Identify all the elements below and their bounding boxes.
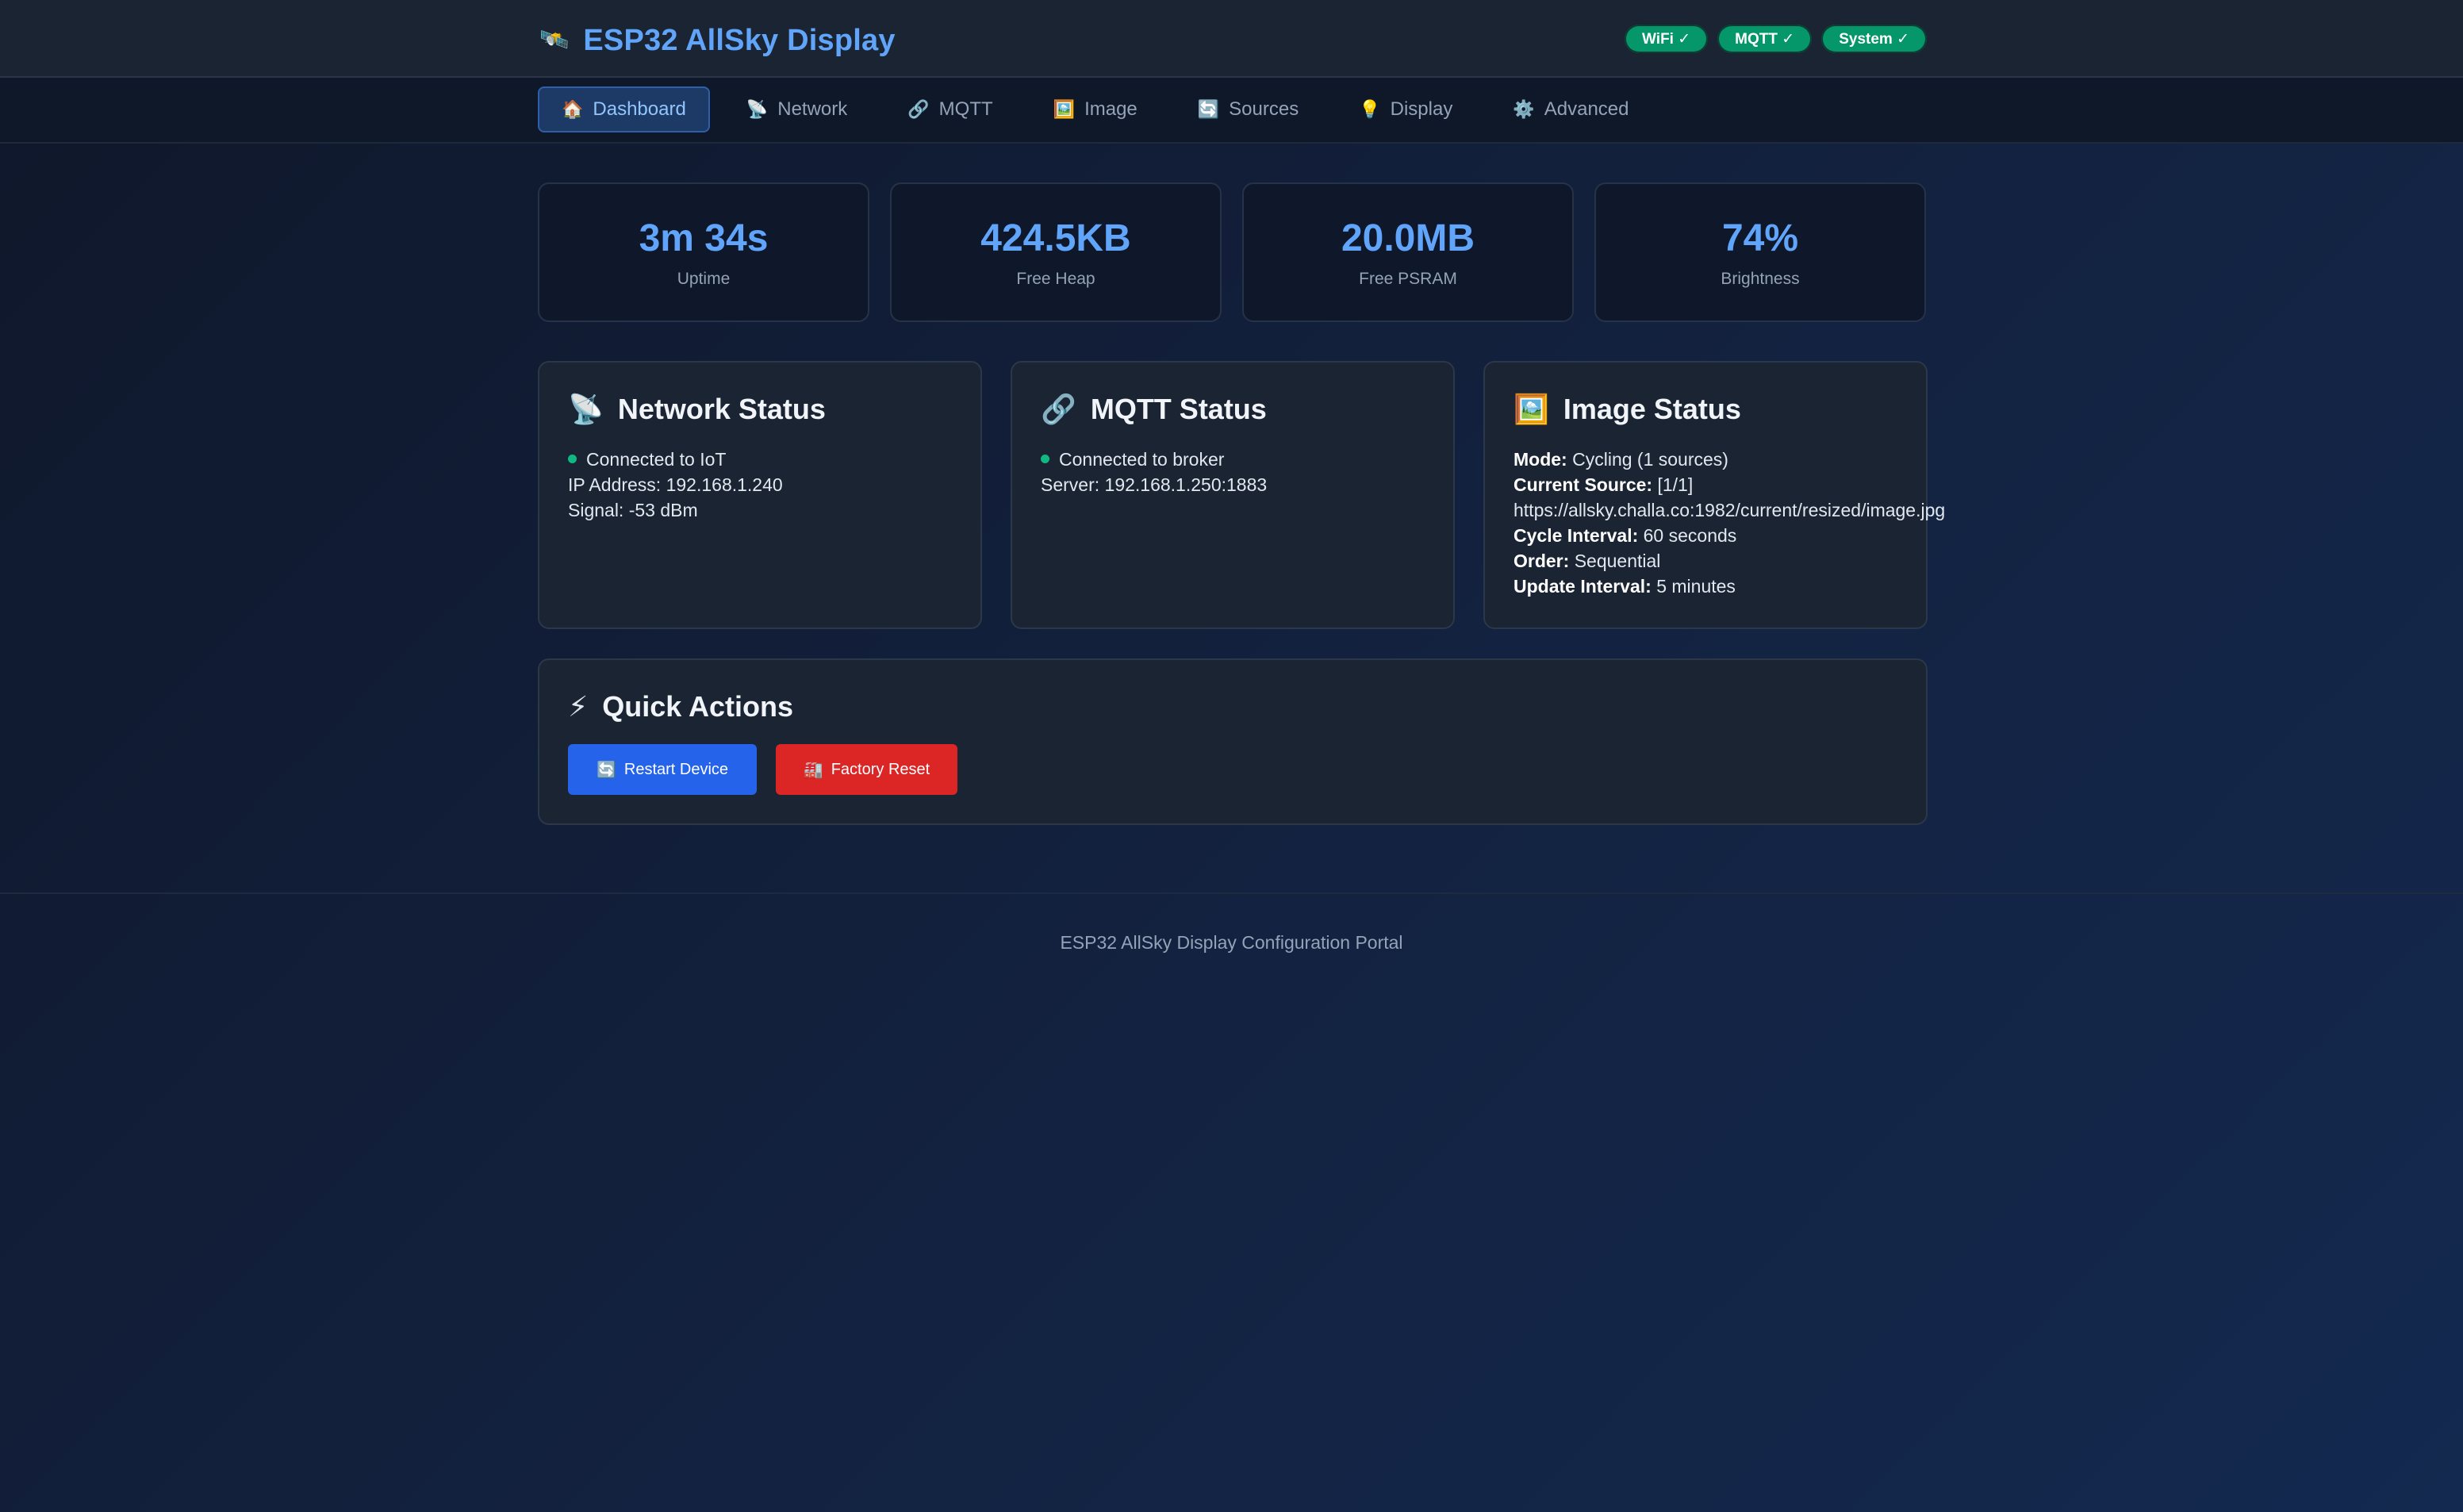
image-status-card: 🖼️ Image Status Mode: Cycling (1 sources…	[1483, 361, 1946, 629]
card-header: 🖼️ Image Status	[1513, 393, 1897, 426]
image-mode: Mode: Cycling (1 sources)	[1513, 447, 1897, 472]
tab-label: Image	[1084, 98, 1138, 120]
field-value: Sequential	[1574, 551, 1661, 571]
tab-dashboard[interactable]: 🏠 Dashboard	[538, 86, 710, 132]
lightning-icon: ⚡	[568, 690, 589, 723]
stat-label: Uptime	[677, 269, 731, 288]
wifi-status-badge: WiFi ✓	[1625, 25, 1709, 53]
brightness-stat: 74% Brightness	[1594, 182, 1926, 322]
stat-value: 424.5KB	[980, 217, 1131, 259]
stat-label: Free Heap	[1016, 269, 1095, 288]
button-label: Restart Device	[623, 760, 729, 778]
tab-sources[interactable]: 🔄 Sources	[1174, 86, 1322, 132]
refresh-icon: 🔄	[596, 761, 616, 779]
field-value: [1/1]	[1657, 474, 1694, 495]
source-url: https://allsky.challa.co:1982/current/re…	[1513, 500, 1946, 520]
status-badges: WiFi ✓ MQTT ✓ System ✓	[1625, 25, 1927, 53]
tab-label: Dashboard	[593, 98, 686, 120]
satellite-icon: 🛰️	[539, 27, 570, 53]
link-icon: 🔗	[1041, 393, 1076, 425]
home-icon: 🏠	[562, 99, 584, 119]
button-label: Factory Reset	[831, 760, 930, 778]
stat-value: 74%	[1721, 217, 1799, 259]
update-interval: Update Interval: 5 minutes	[1513, 574, 1897, 599]
field-label: Order:	[1513, 551, 1570, 571]
tab-label: Display	[1390, 98, 1453, 120]
gear-icon: ⚙️	[1513, 99, 1535, 119]
card-title: Quick Actions	[602, 690, 793, 723]
connected-indicator	[568, 455, 577, 464]
free-heap-stat: 424.5KB Free Heap	[890, 182, 1222, 322]
tab-network[interactable]: 📡 Network	[723, 86, 871, 132]
card-title: MQTT Status	[1090, 393, 1267, 425]
stat-label: Free PSRAM	[1359, 269, 1457, 288]
field-value: Cycling (1 sources)	[1572, 449, 1728, 470]
card-header: 📡 Network Status	[568, 393, 952, 426]
tab-label: Network	[777, 98, 848, 120]
card-header: ⚡ Quick Actions	[568, 690, 1897, 723]
field-value: 5 minutes	[1656, 576, 1736, 597]
status-cards: 📡 Network Status Connected to IoT IP Add…	[538, 361, 1946, 629]
signal-strength: Signal: -53 dBm	[568, 500, 698, 520]
system-status-badge: System ✓	[1821, 25, 1927, 53]
app-title: ESP32 AllSky Display	[583, 23, 896, 57]
nav-bar: 🏠 Dashboard 📡 Network 🔗 MQTT 🖼️ Image 🔄 …	[0, 78, 2463, 144]
field-label: Update Interval:	[1513, 576, 1652, 597]
tab-label: Sources	[1229, 98, 1299, 120]
cycle-interval: Cycle Interval: 60 seconds	[1513, 523, 1897, 548]
network-connection: Connected to IoT	[568, 447, 952, 472]
uptime-stat: 3m 34s Uptime	[538, 182, 869, 322]
field-label: Cycle Interval:	[1513, 525, 1639, 546]
factory-icon: 🏭	[803, 761, 823, 779]
connection-text: Connected to broker	[1059, 449, 1225, 470]
nav-tabs: 🏠 Dashboard 📡 Network 🔗 MQTT 🖼️ Image 🔄 …	[538, 86, 1652, 132]
field-label: Mode:	[1513, 449, 1567, 470]
mqtt-server: Server: 192.168.1.250:1883	[1041, 474, 1268, 495]
tab-mqtt[interactable]: 🔗 MQTT	[884, 86, 1016, 132]
tab-display[interactable]: 💡 Display	[1335, 86, 1476, 132]
footer-text: ESP32 AllSky Display Configuration Porta…	[1060, 932, 1403, 953]
stat-value: 20.0MB	[1341, 217, 1475, 259]
refresh-icon: 🔄	[1197, 99, 1220, 119]
mqtt-status-badge: MQTT ✓	[1717, 25, 1813, 53]
restart-device-button[interactable]: 🔄 Restart Device	[568, 744, 757, 795]
stats-row: 3m 34s Uptime 424.5KB Free Heap 20.0MB F…	[538, 182, 1926, 322]
action-buttons: 🔄 Restart Device 🏭 Factory Reset	[568, 744, 1897, 795]
brand: 🛰️ ESP32 AllSky Display	[539, 17, 896, 63]
tab-image[interactable]: 🖼️ Image	[1030, 86, 1161, 132]
field-label: Current Source:	[1513, 474, 1653, 495]
card-header: 🔗 MQTT Status	[1041, 393, 1425, 426]
satellite-dish-icon: 📡	[746, 99, 769, 119]
link-icon: 🔗	[907, 99, 930, 119]
picture-icon: 🖼️	[1513, 393, 1549, 425]
card-title: Network Status	[617, 393, 826, 425]
current-source: Current Source: [1/1]	[1513, 472, 1897, 497]
top-header: 🛰️ ESP32 AllSky Display WiFi ✓ MQTT ✓ Sy…	[0, 0, 2463, 78]
cycle-order: Order: Sequential	[1513, 548, 1897, 574]
tab-label: Advanced	[1544, 98, 1629, 120]
mqtt-connection: Connected to broker	[1041, 447, 1425, 472]
ip-address: IP Address: 192.168.1.240	[568, 474, 783, 495]
stat-value: 3m 34s	[639, 217, 769, 259]
mqtt-status-card: 🔗 MQTT Status Connected to broker Server…	[1011, 361, 1455, 629]
footer: ESP32 AllSky Display Configuration Porta…	[0, 892, 2463, 996]
stat-label: Brightness	[1721, 269, 1800, 288]
free-psram-stat: 20.0MB Free PSRAM	[1242, 182, 1574, 322]
tab-advanced[interactable]: ⚙️ Advanced	[1489, 86, 1652, 132]
connection-text: Connected to IoT	[586, 449, 727, 470]
factory-reset-button[interactable]: 🏭 Factory Reset	[776, 744, 957, 795]
network-status-card: 📡 Network Status Connected to IoT IP Add…	[538, 361, 982, 629]
lightbulb-icon: 💡	[1359, 99, 1381, 119]
card-title: Image Status	[1563, 393, 1741, 425]
picture-icon: 🖼️	[1053, 99, 1076, 119]
field-value: 60 seconds	[1643, 525, 1737, 546]
quick-actions-card: ⚡ Quick Actions 🔄 Restart Device 🏭 Facto…	[538, 658, 1928, 825]
tab-label: MQTT	[938, 98, 993, 120]
connected-indicator	[1041, 455, 1049, 464]
satellite-dish-icon: 📡	[568, 393, 604, 425]
